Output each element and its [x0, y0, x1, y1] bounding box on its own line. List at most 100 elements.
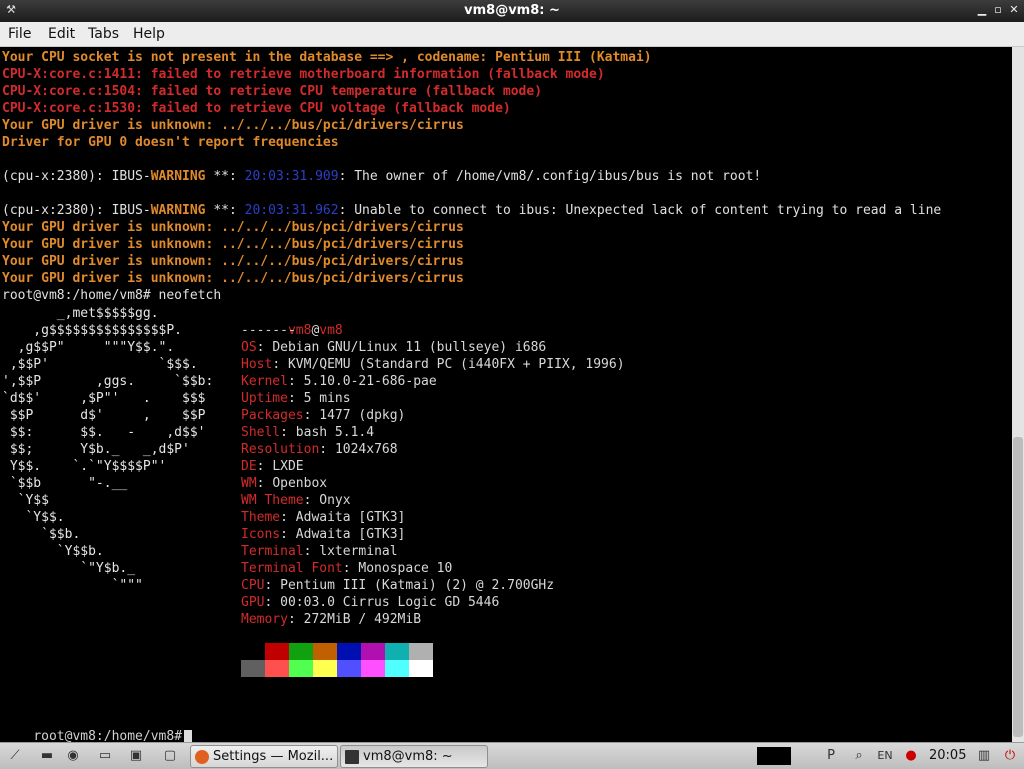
color-swatch: [385, 643, 409, 660]
minimize-icon[interactable]: ▁: [975, 3, 989, 17]
menu-tabs[interactable]: Tabs: [88, 26, 119, 42]
info-row: GPU: 00:03.0 Cirrus Logic GD 5446: [241, 595, 500, 610]
terminal-log: Your CPU socket is not present in the da…: [2, 49, 941, 304]
terminal-line: Your GPU driver is unknown: ../../../bus…: [2, 253, 941, 270]
window-title: vm8@vm8: ~: [464, 3, 560, 18]
info-value: 5 mins: [303, 391, 351, 406]
clock[interactable]: 20:05: [929, 748, 966, 763]
start-menu-icon[interactable]: ⟋: [6, 747, 24, 765]
task-firefox-label: Settings — Mozil...: [213, 749, 334, 764]
color-swatch: [337, 660, 361, 677]
info-value: lxterminal: [319, 544, 398, 559]
menu-edit[interactable]: Edit: [48, 26, 75, 42]
terminal-line: Your GPU driver is unknown: ../../../bus…: [2, 236, 941, 253]
info-row: Resolution: 1024x768: [241, 442, 398, 457]
terminal-text: : The owner of /home/vm8/.config/ibus/bu…: [338, 169, 762, 184]
color-swatch: [289, 660, 313, 677]
terminal-line: CPU-X:core.c:1504: failed to retrieve CP…: [2, 83, 941, 100]
ascii-art-line: ',$$P ,ggs. `$$b:: [2, 374, 214, 389]
window-titlebar[interactable]: ⚒ vm8@vm8: ~ ▁ ▫ ✕: [0, 0, 1024, 22]
color-swatch: [385, 660, 409, 677]
scrollbar-thumb[interactable]: [1013, 437, 1023, 737]
info-row: OS: Debian GNU/Linux 11 (bullseye) i686: [241, 340, 547, 355]
ascii-art-line: `Y$$: [2, 493, 49, 508]
terminal-text: **:: [205, 203, 245, 218]
network-icon[interactable]: ⌕: [850, 747, 868, 765]
workspace-pager-icon[interactable]: ▢: [161, 747, 179, 765]
info-key: GPU: [241, 595, 265, 610]
terminal-prompt[interactable]: root@vm8:/home/vm8#: [2, 711, 193, 742]
volume-icon[interactable]: ●: [902, 747, 920, 765]
terminal-text: : Unable to connect to ibus: Unexpected …: [338, 203, 942, 218]
info-value: KVM/QEMU (Standard PC (i440FX + PIIX, 19…: [287, 357, 625, 372]
menu-file[interactable]: File: [8, 26, 31, 42]
info-row: Memory: 272MiB / 492MiB: [241, 612, 422, 627]
color-swatch: [289, 643, 313, 660]
close-icon[interactable]: ✕: [1007, 3, 1021, 17]
info-value: Adwaita [GTK3]: [295, 510, 406, 525]
info-key: Kernel: [241, 374, 288, 389]
ascii-art-line: `$$b.: [2, 527, 81, 542]
color-swatch: [409, 660, 433, 677]
info-value: 00:03.0 Cirrus Logic GD 5446: [280, 595, 500, 610]
menu-help[interactable]: Help: [133, 26, 165, 42]
ascii-art-line: `"Y$b._: [2, 561, 136, 576]
info-row: Kernel: 5.10.0-21-686-pae: [241, 374, 437, 389]
show-desktop-icon[interactable]: ▭: [96, 747, 114, 765]
web-browser-icon[interactable]: ◉: [64, 747, 82, 765]
info-value: 5.10.0-21-686-pae: [303, 374, 437, 389]
terminal-output[interactable]: Your CPU socket is not present in the da…: [0, 47, 1012, 742]
logout-icon[interactable]: ⏻: [1001, 747, 1019, 765]
color-swatch: [265, 660, 289, 677]
terminal-text: Your CPU socket is not present in the da…: [2, 50, 652, 65]
terminal-text: Your GPU driver is unknown: ../../../bus…: [2, 237, 464, 252]
terminal-launcher-icon[interactable]: ▣: [127, 747, 145, 765]
color-swatch: [361, 643, 385, 660]
info-row: WM Theme: Onyx: [241, 493, 351, 508]
info-key: Host: [241, 357, 273, 372]
file-manager-icon[interactable]: ▬: [38, 747, 56, 765]
color-swatch: [313, 660, 337, 677]
info-value: LXDE: [272, 459, 304, 474]
clipboard-icon[interactable]: P: [822, 747, 840, 765]
terminal-line: Your CPU socket is not present in the da…: [2, 49, 941, 66]
prompt-text: root@vm8:/home/vm8#: [33, 729, 183, 742]
terminal-text: Driver for GPU 0 doesn't report frequenc…: [2, 135, 339, 150]
terminal-line: root@vm8:/home/vm8# neofetch: [2, 287, 941, 304]
info-key: Uptime: [241, 391, 288, 406]
task-terminal[interactable]: vm8@vm8: ~: [340, 745, 488, 768]
info-key: WM: [241, 476, 257, 491]
info-value: Monospace 10: [358, 561, 453, 576]
debian-ascii-logo: _,met$$$$$gg. ,g$$$$$$$$$$$$$$$P. ,g$$P"…: [2, 305, 213, 594]
info-row: Terminal: lxterminal: [241, 544, 398, 559]
terminal-line: (cpu-x:2380): IBUS-WARNING **: 20:03:31.…: [2, 202, 941, 219]
keyboard-layout-indicator[interactable]: EN: [876, 747, 894, 765]
task-firefox[interactable]: Settings — Mozil...: [190, 745, 338, 768]
info-row: Shell: bash 5.1.4: [241, 425, 375, 440]
terminal-text: (cpu-x:2380): IBUS-: [2, 169, 151, 184]
terminal-line: (cpu-x:2380): IBUS-WARNING **: 20:03:31.…: [2, 168, 941, 185]
ascii-art-line: ,g$$$$$$$$$$$$$$$P.: [2, 323, 183, 338]
terminal-scrollbar[interactable]: [1012, 47, 1024, 742]
lock-screen-icon[interactable]: ▥: [975, 747, 993, 765]
neofetch-info: vm8@vm8 ------- OS: Debian GNU/Linux 11 …: [241, 305, 625, 628]
info-key: Terminal Font: [241, 561, 343, 576]
ascii-art-line: Y$$. `.`"Y$$$$P"': [2, 459, 167, 474]
terminal-text: CPU-X:core.c:1504: failed to retrieve CP…: [2, 84, 543, 99]
info-key: Memory: [241, 612, 288, 627]
ascii-art-line: ,$$P' `$$$.: [2, 357, 198, 372]
terminal-text: WARNING: [150, 169, 206, 184]
terminal-text: (cpu-x:2380): IBUS-: [2, 203, 151, 218]
info-row: CPU: Pentium III (Katmai) (2) @ 2.700GHz: [241, 578, 555, 593]
info-key: WM Theme: [241, 493, 304, 508]
ascii-art-line: _,met$$$$$gg.: [2, 306, 159, 321]
terminal-text: 20:03:31.962: [244, 203, 339, 218]
maximize-icon[interactable]: ▫: [991, 3, 1005, 17]
color-palette: [241, 643, 433, 677]
ascii-art-line: `Y$$b.: [2, 544, 104, 559]
color-swatch: [241, 643, 265, 660]
info-value: 1477 (dpkg): [319, 408, 406, 423]
info-key: Icons: [241, 527, 281, 542]
